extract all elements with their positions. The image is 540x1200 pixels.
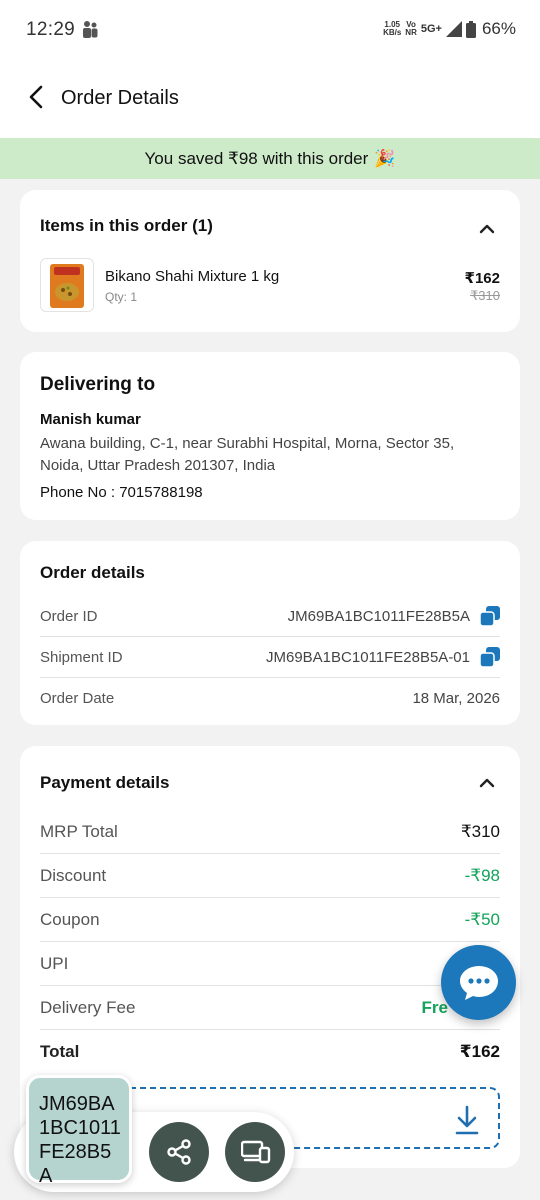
discount-label: Discount [40,866,107,885]
delivery-address: Awana building, C-1, near Surabhi Hospit… [40,435,455,474]
volte-line2: NR [405,28,417,37]
chevron-up-icon[interactable] [478,776,496,788]
snack-pack-icon [50,264,84,308]
phone-number: Phone No : 7015788198 [40,484,203,501]
battery-percent: 66% [481,19,516,38]
delivery-fee-label: Delivery Fee [40,998,136,1017]
order-details-card: Order details Order ID JM69BA1BC1011FE28… [20,541,520,725]
order-date-row: Order Date 18 Mar, 2026 [40,678,500,718]
product-mrp: ₹310 [470,288,500,303]
shipment-id-value: JM69BA1BC1011FE28B5A-01 [265,648,470,666]
total-value: ₹162 [459,1042,500,1061]
customer-name: Manish kumar [40,411,141,428]
status-icons: 1.05 KB/s Vo NR 5G+ 66% [383,19,516,39]
order-id-row: Order ID JM69BA1BC1011FE28B5A [40,596,500,636]
page-title: Order Details [61,87,179,109]
total-label: Total [40,1042,80,1061]
discount-value: -₹98 [464,866,500,885]
volte-indicator: Vo NR [405,21,417,37]
delivery-card: Delivering to Manish kumar Awana buildin… [20,352,520,520]
order-id-value: JM69BA1BC1011FE28B5A [287,607,470,625]
chat-support-button[interactable] [441,945,516,1020]
upi-row: UPI [40,942,500,986]
delivery-fee-value: Fre [421,998,448,1017]
network-type: 5G+ [420,23,442,35]
copy-icon[interactable] [480,647,500,667]
mrp-total-row: MRP Total ₹310 [40,810,500,854]
payment-title: Payment details [40,773,170,792]
product-price: ₹162 [464,270,500,287]
net-speed: 1.05 KB/s [383,21,401,37]
battery-icon [465,20,476,38]
party-popper-icon: 🎉 [374,148,396,168]
order-details-title: Order details [40,563,145,582]
send-to-device-button[interactable] [225,1122,285,1182]
upi-label: UPI [40,954,69,973]
download-icon [455,1105,479,1135]
coupon-value: -₹50 [464,910,500,929]
coupon-row: Coupon -₹50 [40,898,500,942]
savings-banner: You saved ₹98 with this order 🎉 [0,138,540,179]
chat-bubble-icon [460,966,498,1000]
share-button[interactable] [149,1122,209,1182]
order-date-value: 18 Mar, 2026 [412,689,500,707]
delivery-title: Delivering to [40,374,156,395]
total-row: Total ₹162 [40,1030,500,1074]
chevron-up-icon[interactable] [478,222,496,234]
product-qty: Qty: 1 [105,290,138,304]
product-name[interactable]: Bikano Shahi Mixture 1 kg [105,268,279,285]
app-header: Order Details [0,60,540,138]
items-card: Items in this order (1) Bikano Shahi Mix… [20,190,520,332]
net-speed-unit: KB/s [383,28,402,37]
coupon-label: Coupon [40,910,100,929]
status-time: 12:29 [26,19,76,40]
shipment-id-label: Shipment ID [40,648,123,666]
items-section-title: Items in this order (1) [40,216,213,235]
savings-text: You saved ₹98 with this order [144,148,369,168]
discount-row: Discount -₹98 [40,854,500,898]
shipment-id-row: Shipment ID JM69BA1BC1011FE28B5A-01 [40,637,500,677]
clipboard-preview-chip[interactable]: JM69BA1BC1011FE28B5A [26,1075,132,1187]
product-image[interactable] [40,258,94,312]
order-date-label: Order Date [40,689,115,707]
share-icon [167,1139,191,1165]
order-id-label: Order ID [40,607,98,625]
devices-icon [241,1140,271,1164]
status-bar: 12:29 1.05 KB/s Vo NR 5G+ 66% [0,0,540,60]
delivery-fee-row: Delivery Fee Fre [40,986,500,1030]
mrp-total-label: MRP Total [40,822,118,841]
back-arrow-icon[interactable] [24,84,50,110]
mrp-total-value: ₹310 [460,822,500,841]
copy-icon[interactable] [480,606,500,626]
person-icon [83,21,98,38]
signal-icon [445,21,462,37]
